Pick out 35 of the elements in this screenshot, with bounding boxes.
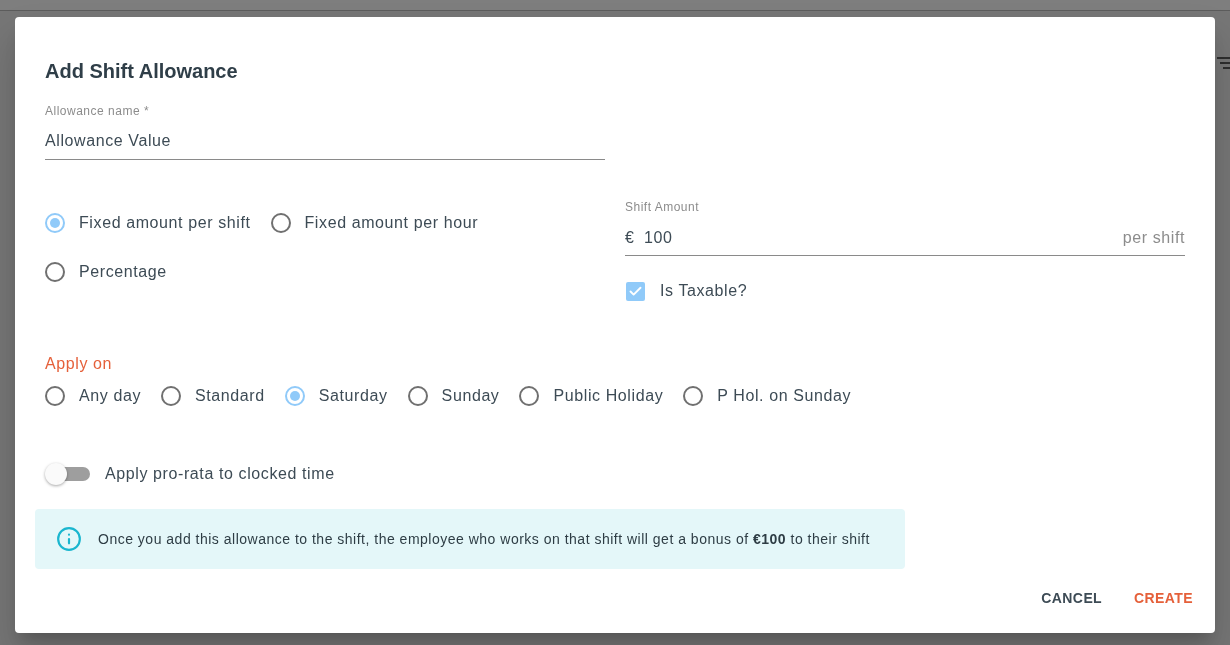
amount-value[interactable]: 100 xyxy=(643,226,673,250)
amount-field[interactable]: € 100 per shift xyxy=(625,226,1185,256)
radio-label[interactable]: Saturday xyxy=(318,384,388,408)
radio-button[interactable] xyxy=(45,386,65,406)
info-icon xyxy=(56,526,82,552)
field-label: Allowance name * xyxy=(45,103,150,119)
unit-label: per shift xyxy=(1122,228,1185,248)
checkbox-label[interactable]: Is Taxable? xyxy=(660,279,748,303)
radio-label[interactable]: Sunday xyxy=(441,384,500,408)
section-heading: Apply on xyxy=(45,354,113,374)
field-label: Shift Amount xyxy=(625,199,700,215)
radio-label[interactable]: Standard xyxy=(195,384,265,408)
radio-button[interactable] xyxy=(45,213,65,233)
radio-label[interactable]: Fixed amount per shift xyxy=(79,211,251,235)
radio-label[interactable]: Percentage xyxy=(79,260,167,284)
checkbox[interactable] xyxy=(626,281,645,301)
cancel-button[interactable]: CANCEL xyxy=(1033,580,1111,616)
toggle-switch[interactable] xyxy=(45,462,90,486)
radio-label[interactable]: Fixed amount per hour xyxy=(304,211,479,235)
radio-button[interactable] xyxy=(519,386,540,406)
radio-label[interactable]: P Hol. on Sunday xyxy=(717,384,852,408)
radio-button[interactable] xyxy=(284,386,305,406)
currency-symbol: € xyxy=(625,228,634,248)
dialog-title: Add Shift Allowance xyxy=(45,59,238,83)
radio-label[interactable]: Any day xyxy=(79,384,141,408)
filter-icon[interactable] xyxy=(1217,57,1230,69)
info-message: Once you add this allowance to the shift, the employee who works on that shift will get a bonus of €100 to their shift xyxy=(98,530,870,549)
radio-button[interactable] xyxy=(45,262,65,282)
name-field[interactable]: Allowance Value xyxy=(45,129,605,160)
radio-label[interactable]: Public Holiday xyxy=(553,384,664,408)
radio-button[interactable] xyxy=(161,386,181,406)
radio-button[interactable] xyxy=(270,213,291,233)
radio-button[interactable] xyxy=(407,386,428,406)
toggle-label[interactable]: Apply pro-rata to clocked time xyxy=(105,462,335,486)
radio-button[interactable] xyxy=(683,386,704,406)
